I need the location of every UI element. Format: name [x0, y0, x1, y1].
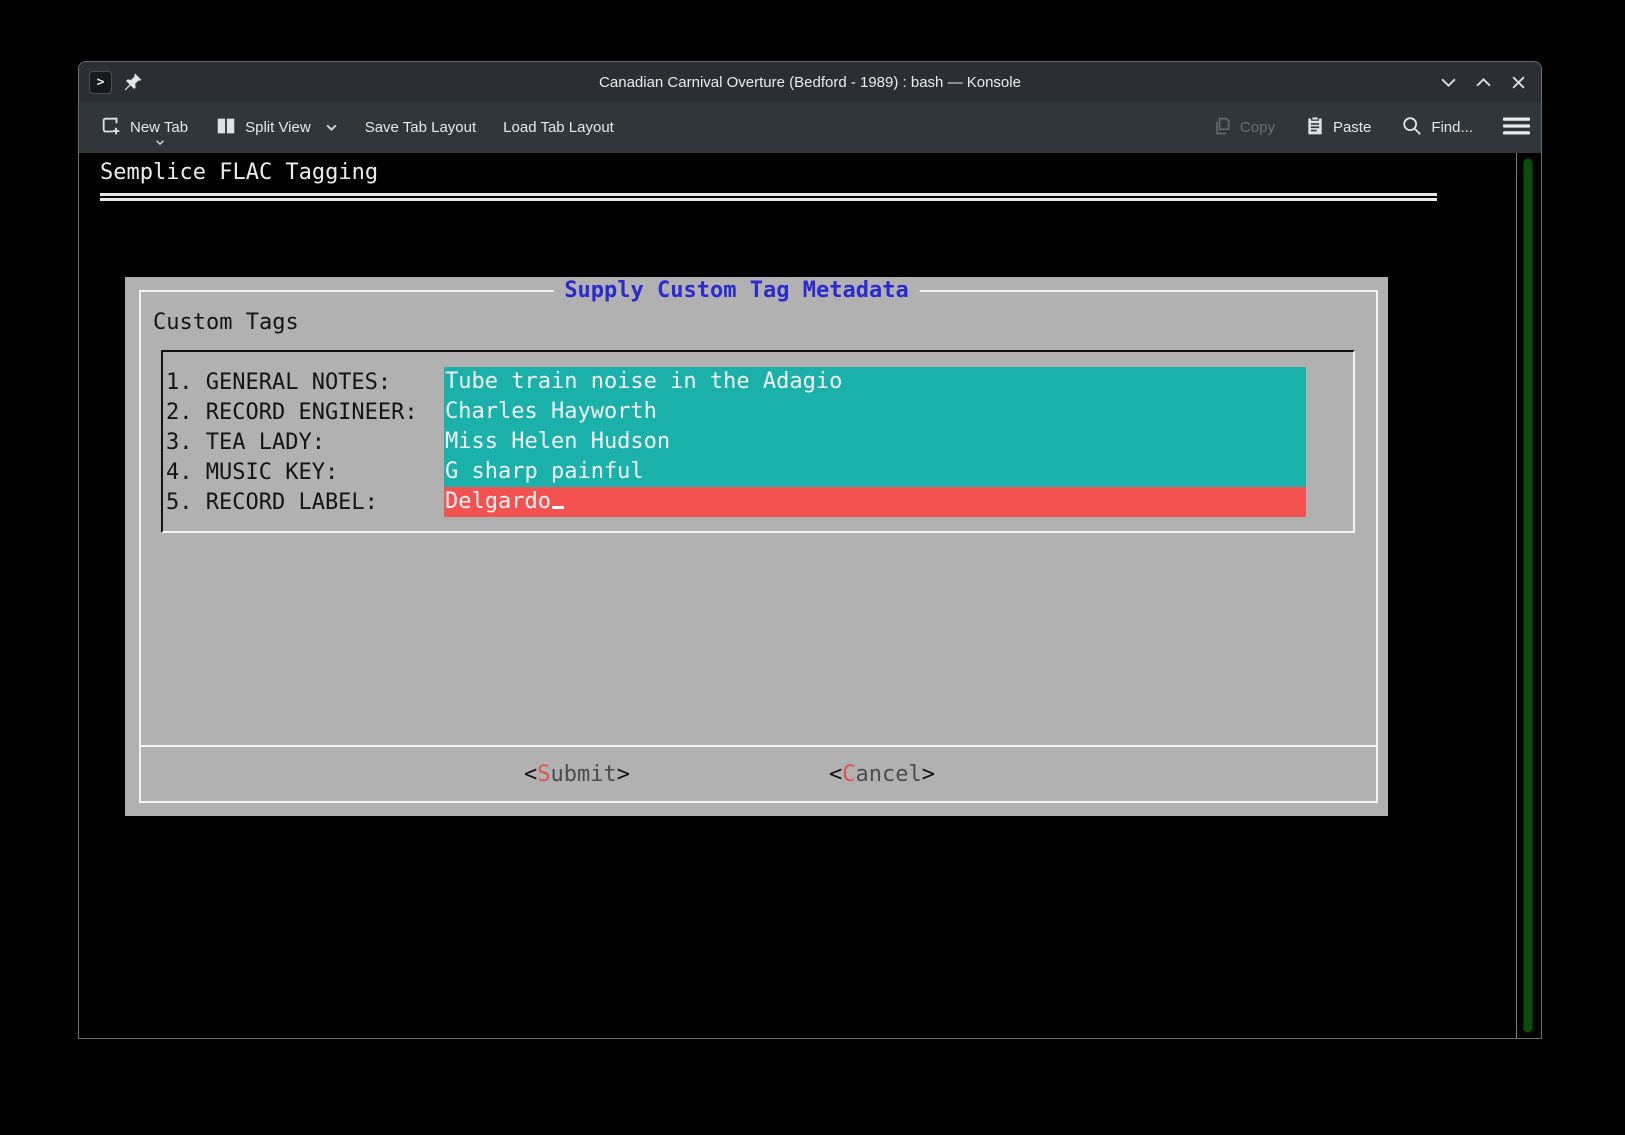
hamburger-icon [1503, 116, 1530, 140]
field-label: 2. RECORD ENGINEER: [163, 400, 444, 425]
tui-dialog: Supply Custom Tag Metadata Custom Tags 1… [125, 277, 1388, 816]
copy-icon [1212, 115, 1232, 141]
paste-icon [1305, 115, 1325, 141]
scrollbar-track[interactable] [1516, 153, 1541, 1038]
button-label-rest: ubmit [551, 762, 617, 787]
konsole-app-icon: > [89, 71, 112, 94]
new-tab-caret-icon [155, 133, 165, 150]
new-tab-button[interactable]: New Tab [100, 115, 188, 141]
search-icon [1401, 115, 1423, 141]
dialog-section-label: Custom Tags [153, 308, 299, 338]
form-row-record-label: 5. RECORD LABEL: Delgardo [163, 487, 1353, 517]
bracket: > [922, 762, 935, 787]
copy-button[interactable]: Copy [1212, 115, 1275, 141]
terminal-viewport[interactable]: Semplice FLAC Tagging Supply Custom Tag … [79, 153, 1516, 1038]
find-label: Find... [1431, 119, 1473, 136]
desktop: > Canadian Carnival Overture (Bedford - … [0, 0, 1625, 1135]
field-label: 3. TEA LADY: [163, 430, 444, 455]
heading-separator-line [100, 193, 1437, 201]
field-label: 1. GENERAL NOTES: [163, 370, 444, 395]
paste-button[interactable]: Paste [1305, 115, 1371, 141]
form-row-general-notes: 1. GENERAL NOTES: Tube train noise in th… [163, 367, 1353, 397]
field-value: G sharp painful [445, 459, 644, 484]
hotkey-letter: C [842, 762, 855, 787]
field-value: Miss Helen Hudson [445, 429, 670, 454]
paste-label: Paste [1333, 119, 1371, 136]
split-view-button[interactable]: Split View [215, 115, 338, 141]
save-tab-layout-button[interactable]: Save Tab Layout [365, 119, 476, 136]
form-row-music-key: 4. MUSIC KEY: G sharp painful [163, 457, 1353, 487]
pin-icon[interactable] [123, 72, 143, 92]
field-value: Delgardo [445, 489, 551, 514]
form-row-record-engineer: 2. RECORD ENGINEER: Charles Hayworth [163, 397, 1353, 427]
toolbar: New Tab Split View [79, 102, 1541, 153]
field-input-record-label[interactable]: Delgardo [444, 487, 1306, 517]
field-label: 5. RECORD LABEL: [163, 490, 444, 515]
copy-label: Copy [1240, 119, 1275, 136]
bracket: < [524, 762, 537, 787]
field-value: Charles Hayworth [445, 399, 657, 424]
dialog-title: Supply Custom Tag Metadata [553, 277, 919, 305]
split-view-label: Split View [245, 119, 311, 136]
field-input-tea-lady[interactable]: Miss Helen Hudson [444, 427, 1306, 457]
scrollbar-thumb[interactable] [1523, 158, 1533, 1033]
bracket: > [617, 762, 630, 787]
terminal-heading: Semplice FLAC Tagging [100, 158, 378, 188]
form-row-tea-lady: 3. TEA LADY: Miss Helen Hudson [163, 427, 1353, 457]
button-label-rest: ancel [856, 762, 922, 787]
field-value: Tube train noise in the Adagio [445, 369, 842, 394]
field-input-record-engineer[interactable]: Charles Hayworth [444, 397, 1306, 427]
cancel-button[interactable]: <Cancel> [829, 760, 935, 790]
bracket: < [829, 762, 842, 787]
field-input-music-key[interactable]: G sharp painful [444, 457, 1306, 487]
new-tab-icon [100, 115, 122, 141]
button-separator-line [141, 745, 1376, 747]
titlebar[interactable]: > Canadian Carnival Overture (Bedford - … [79, 62, 1541, 102]
save-tab-layout-label: Save Tab Layout [365, 119, 476, 136]
maximize-button[interactable] [1474, 73, 1492, 91]
konsole-app-icon-glyph: > [97, 75, 105, 90]
konsole-window: > Canadian Carnival Overture (Bedford - … [78, 61, 1542, 1039]
field-label: 4. MUSIC KEY: [163, 460, 444, 485]
load-tab-layout-button[interactable]: Load Tab Layout [503, 119, 614, 136]
window-title: Canadian Carnival Overture (Bedford - 19… [199, 74, 1421, 91]
close-button[interactable] [1509, 73, 1527, 91]
hotkey-letter: S [537, 762, 550, 787]
find-button[interactable]: Find... [1401, 115, 1473, 141]
field-input-general-notes[interactable]: Tube train noise in the Adagio [444, 367, 1306, 397]
minimize-button[interactable] [1439, 73, 1457, 91]
submit-button[interactable]: <Submit> [524, 760, 630, 790]
form-box: 1. GENERAL NOTES: Tube train noise in th… [161, 350, 1355, 533]
split-view-icon [215, 115, 237, 141]
text-cursor [552, 506, 564, 509]
load-tab-layout-label: Load Tab Layout [503, 119, 614, 136]
split-view-caret-icon [325, 119, 338, 136]
hamburger-menu-button[interactable] [1503, 116, 1530, 140]
